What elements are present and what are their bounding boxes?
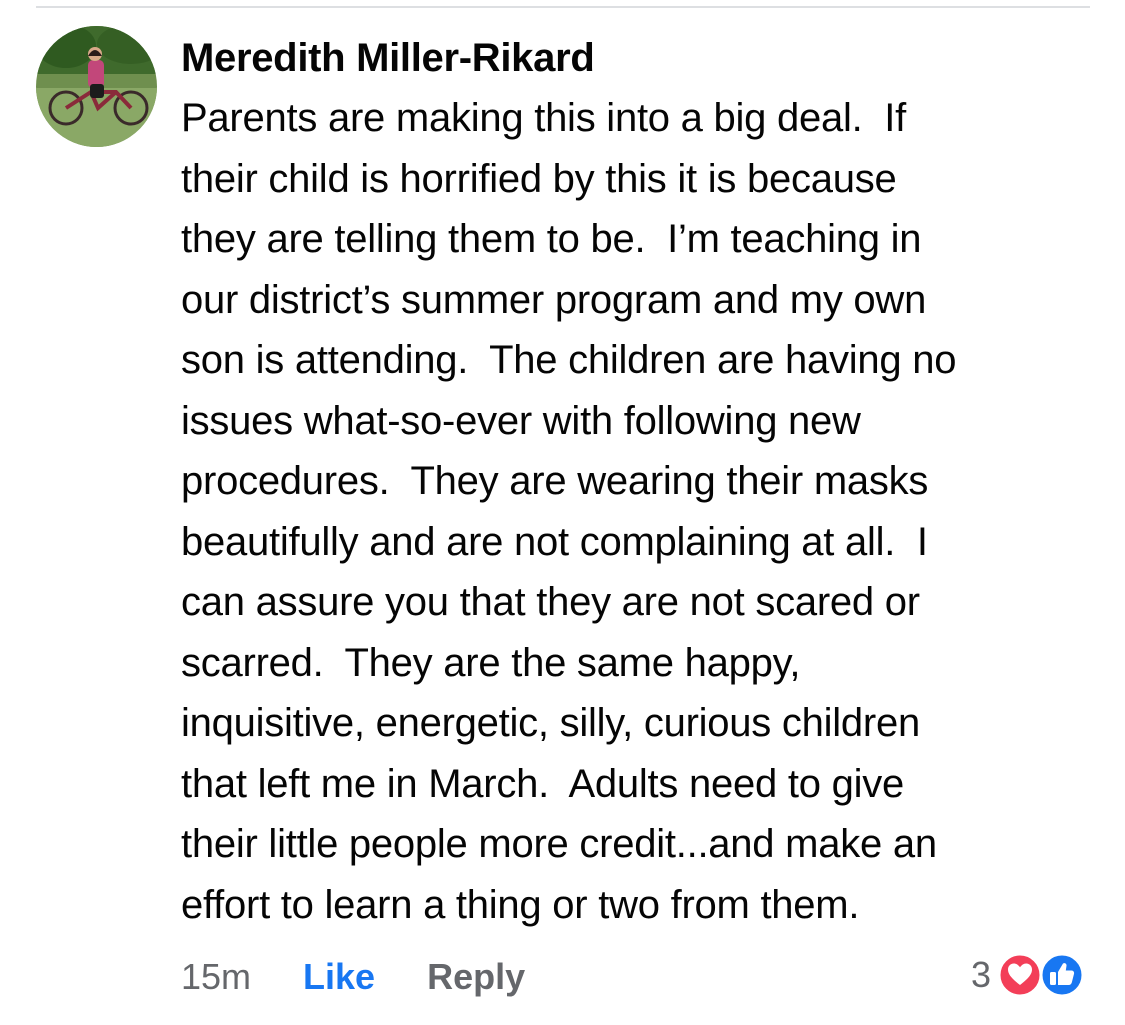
comment-line: issues what-so-ever with following new — [181, 398, 861, 443]
comment-line: they are telling them to be. I’m teachin… — [181, 217, 922, 261]
comment-line: their little people more credit...and ma… — [181, 822, 937, 866]
comment-line: inquisitive, energetic, silly, curious c… — [181, 701, 920, 745]
like-icon — [1039, 952, 1085, 998]
comment-line: our district’s summer program and my own — [181, 277, 927, 322]
reaction-icons — [997, 950, 1089, 1000]
comment-line: procedures. They are wearing their masks — [181, 459, 929, 503]
reactions-summary[interactable]: 3 — [971, 950, 1089, 1000]
comment-line: their child is horrified by this it is b… — [181, 156, 897, 201]
reply-button[interactable]: Reply — [427, 956, 525, 998]
comment-line: that left me in March. Adults need to gi… — [181, 761, 904, 806]
comment-author[interactable]: Meredith Miller-Rikard — [181, 34, 595, 82]
love-icon — [997, 952, 1043, 998]
top-divider — [36, 6, 1090, 8]
comment-line: son is attending. The children are havin… — [181, 338, 957, 382]
avatar[interactable] — [36, 26, 157, 147]
comment-line: Parents are making this into a big deal.… — [181, 96, 906, 140]
comment-line: scarred. They are the same happy, — [181, 640, 801, 685]
reaction-count: 3 — [970, 954, 991, 995]
comment-line: can assure you that they are not scared … — [181, 580, 920, 624]
comment-line: beautifully and are not complaining at a… — [181, 519, 928, 564]
avatar-photo — [36, 26, 157, 147]
comment-body: Parents are making this into a big deal.… — [181, 88, 1101, 935]
like-button[interactable]: Like — [303, 956, 375, 998]
comment-actions: 15m Like Reply — [181, 952, 525, 1002]
comment-timestamp[interactable]: 15m — [181, 956, 251, 998]
comment-line: effort to learn a thing or two from them… — [181, 882, 860, 927]
